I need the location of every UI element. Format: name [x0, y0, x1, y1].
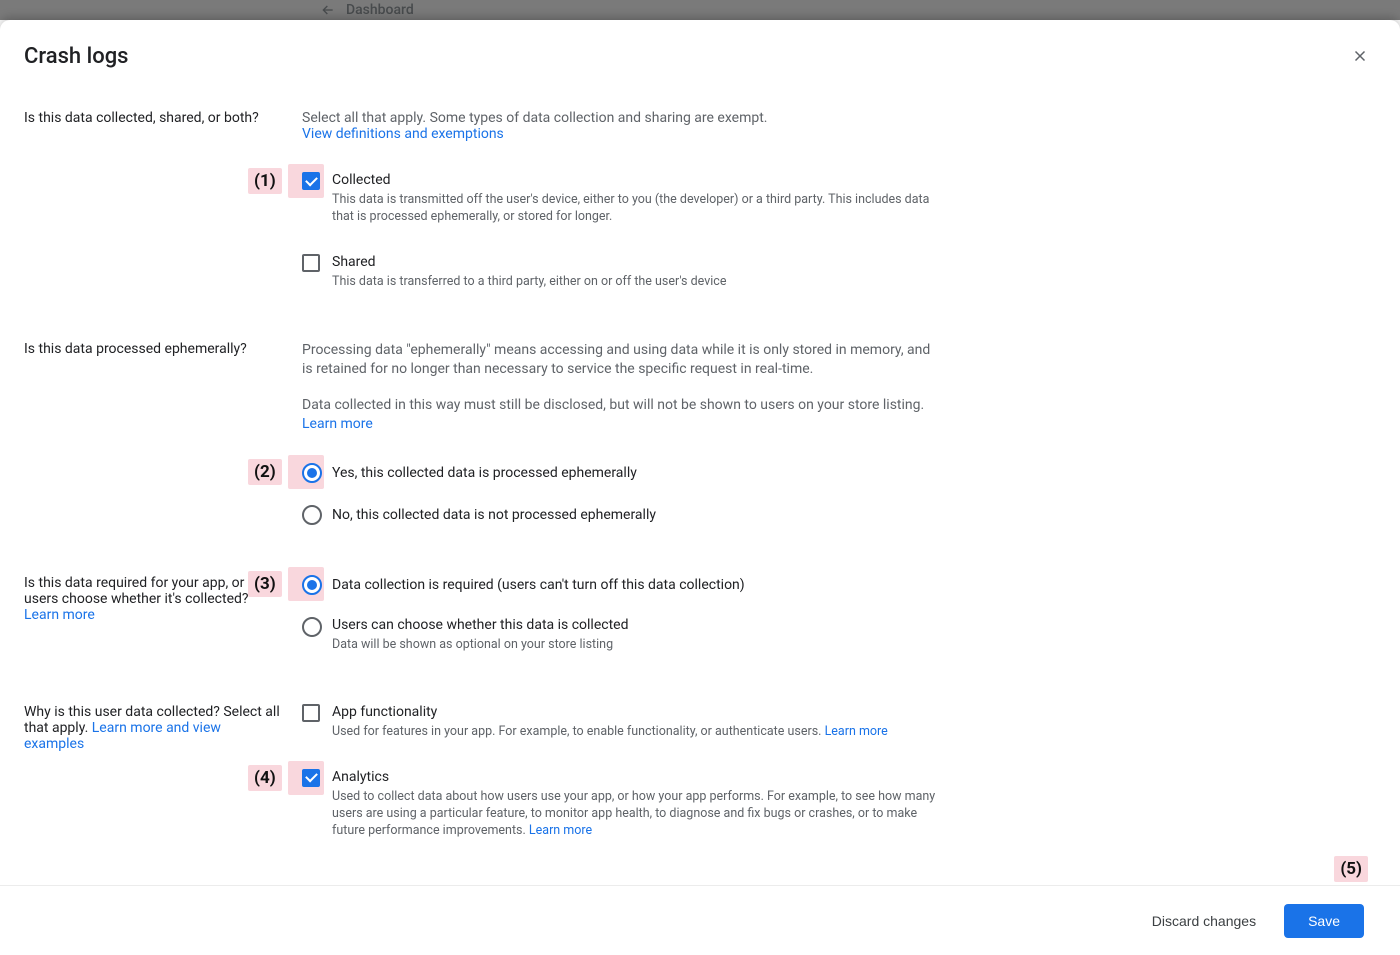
option-required: (3) Data collection is required (users c… [302, 575, 942, 595]
ephemeral-para2: Data collected in this way must still be… [302, 396, 942, 435]
shared-checkbox[interactable] [302, 254, 320, 272]
required-learn-more-link[interactable]: Learn more [24, 607, 95, 623]
analytics-label: Analytics [332, 769, 942, 785]
close-icon [1351, 47, 1369, 65]
answer-col: Select all that apply. Some types of dat… [302, 110, 942, 291]
annotation-1: (1) [248, 168, 282, 194]
dialog-title: Crash logs [24, 44, 129, 69]
ephemeral-yes-radio[interactable] [302, 463, 322, 483]
back-arrow-icon [320, 2, 336, 18]
required-question: Is this data required for your app, or c… [24, 575, 271, 607]
dialog-sheet: Crash logs Is this data collected, share… [0, 20, 1400, 955]
ephemeral-no-radio[interactable] [302, 505, 322, 525]
dialog-body: Is this data collected, shared, or both?… [0, 70, 1400, 885]
answer-col: (3) Data collection is required (users c… [302, 575, 942, 654]
option-optional: Users can choose whether this data is co… [302, 617, 942, 654]
ephemeral-para1: Processing data "ephemerally" means acce… [302, 341, 942, 380]
optional-label: Users can choose whether this data is co… [332, 617, 942, 633]
option-ephemeral-yes: (2) Yes, this collected data is processe… [302, 463, 942, 483]
question-row-required: Is this data required for your app, or c… [24, 575, 1376, 654]
shared-label: Shared [332, 254, 942, 270]
breadcrumb: Dashboard [320, 0, 414, 20]
option-ephemeral-no: No, this collected data is not processed… [302, 505, 942, 525]
breadcrumb-label: Dashboard [346, 2, 414, 18]
ephemeral-para2-text: Data collected in this way must still be… [302, 397, 924, 413]
required-label: Data collection is required (users can't… [332, 575, 942, 593]
required-radio[interactable] [302, 575, 322, 595]
collected-checkbox[interactable] [302, 172, 320, 190]
answer-col: Processing data "ephemerally" means acce… [302, 341, 942, 525]
option-collected: (1) Collected This data is transmitted o… [302, 172, 942, 226]
ephemeral-no-label: No, this collected data is not processed… [332, 505, 942, 523]
collected-sub: This data is transmitted off the user's … [332, 192, 942, 226]
question-row-collected-shared: Is this data collected, shared, or both?… [24, 110, 1376, 291]
question-row-ephemeral: Is this data processed ephemerally? Proc… [24, 341, 1376, 525]
optional-radio[interactable] [302, 617, 322, 637]
intro-text: Select all that apply. Some types of dat… [302, 110, 942, 142]
analytics-checkbox[interactable] [302, 769, 320, 787]
option-analytics: (4) Analytics Used to collect data about… [302, 769, 942, 840]
app-functionality-label: App functionality [332, 704, 942, 720]
close-button[interactable] [1346, 42, 1374, 70]
discard-button[interactable]: Discard changes [1152, 913, 1256, 929]
app-functionality-learn-more-link[interactable]: Learn more [825, 724, 888, 739]
answer-col: App functionality Used for features in y… [302, 704, 942, 840]
option-app-functionality: App functionality Used for features in y… [302, 704, 942, 741]
collected-label: Collected [332, 172, 942, 188]
background-overlay [0, 0, 1400, 20]
optional-sub: Data will be shown as optional on your s… [332, 637, 942, 654]
question-row-why: Why is this user data collected? Select … [24, 704, 1376, 840]
definitions-link[interactable]: View definitions and exemptions [302, 126, 504, 142]
ephemeral-yes-label: Yes, this collected data is processed ep… [332, 463, 942, 481]
annotation-3: (3) [248, 571, 282, 597]
app-functionality-sub-text: Used for features in your app. For examp… [332, 724, 825, 739]
analytics-sub-text: Used to collect data about how users use… [332, 789, 935, 838]
annotation-2: (2) [248, 459, 282, 485]
save-button[interactable]: Save [1284, 904, 1364, 938]
app-functionality-checkbox[interactable] [302, 704, 320, 722]
dialog-header: Crash logs [0, 20, 1400, 70]
option-shared: Shared This data is transferred to a thi… [302, 254, 942, 291]
question-text: Is this data collected, shared, or both? [24, 110, 302, 291]
question-text: Is this data processed ephemerally? [24, 341, 302, 525]
intro-sentence: Select all that apply. Some types of dat… [302, 110, 767, 126]
ephemeral-learn-more-link[interactable]: Learn more [302, 416, 373, 432]
analytics-sub: Used to collect data about how users use… [332, 789, 942, 840]
analytics-learn-more-link[interactable]: Learn more [529, 823, 592, 838]
annotation-4: (4) [248, 765, 282, 791]
app-functionality-sub: Used for features in your app. For examp… [332, 724, 942, 741]
dialog-footer: Discard changes (5) Save [0, 885, 1400, 955]
annotation-5: (5) [1334, 856, 1368, 882]
shared-sub: This data is transferred to a third part… [332, 274, 942, 291]
